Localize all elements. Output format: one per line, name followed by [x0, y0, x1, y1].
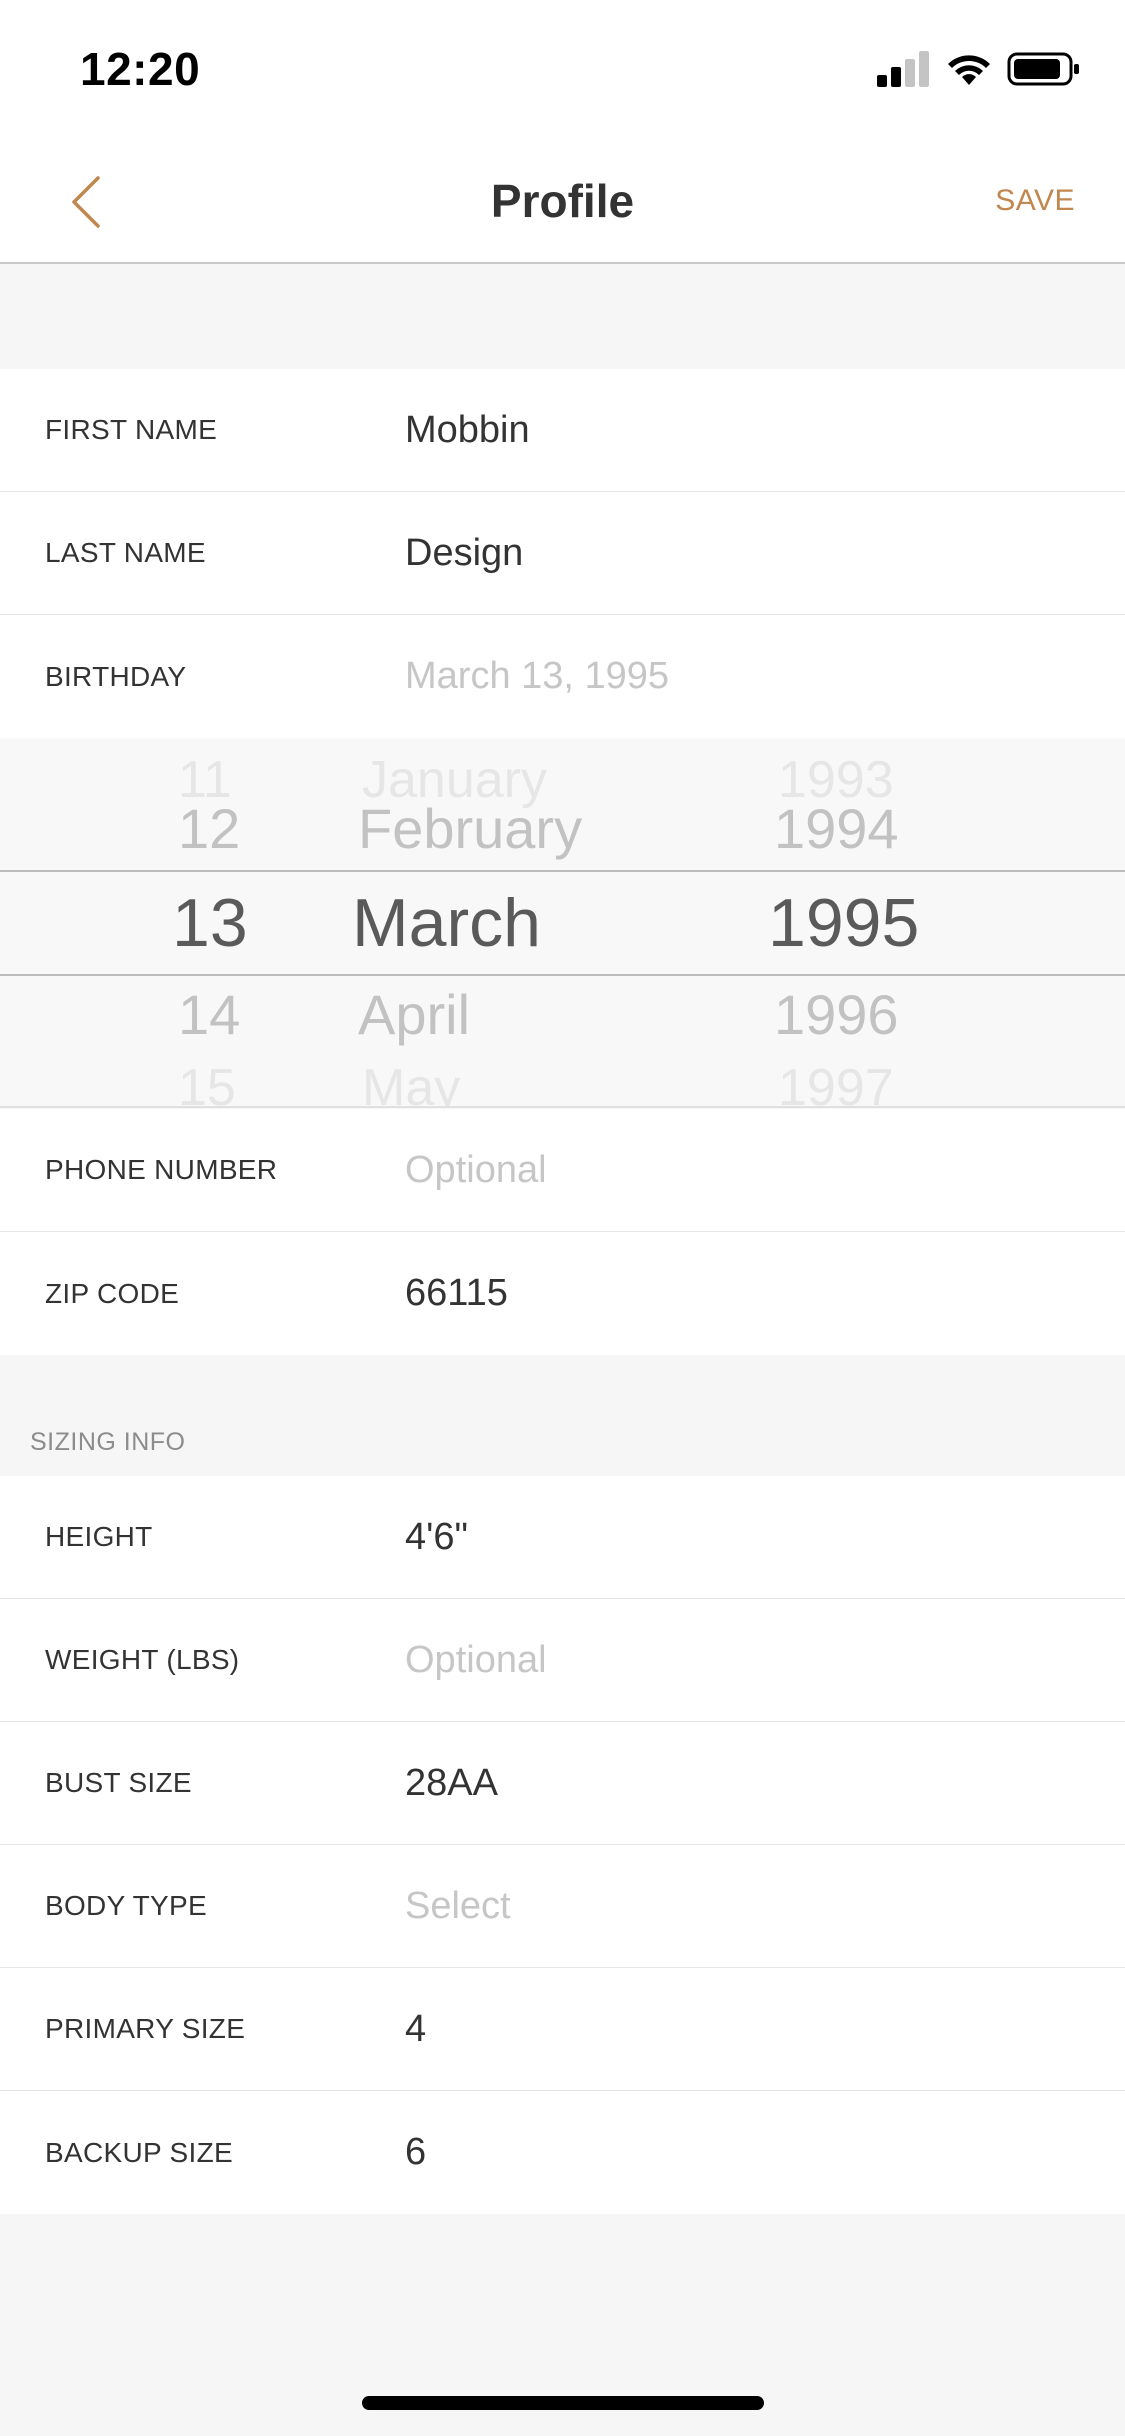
- birthday-field[interactable]: March 13, 1995: [405, 655, 669, 698]
- primary-size-field[interactable]: 4: [405, 2008, 426, 2051]
- month-option[interactable]: February: [358, 796, 582, 861]
- year-option[interactable]: 1994: [774, 796, 899, 861]
- year-option[interactable]: 1997: [778, 1058, 894, 1106]
- phone-number-label: PHONE NUMBER: [45, 1154, 278, 1185]
- first-name-label: FIRST NAME: [45, 414, 218, 445]
- month-option-selected[interactable]: March: [352, 884, 541, 962]
- backup-size-label: BACKUP SIZE: [45, 2136, 233, 2168]
- body-type-select[interactable]: Select: [405, 1885, 511, 1928]
- height-field[interactable]: 4'6": [405, 1516, 468, 1559]
- zip-code-label: ZIP CODE: [45, 1277, 180, 1309]
- phone-number-field[interactable]: Optional: [405, 1149, 547, 1192]
- first-name-row[interactable]: FIRST NAME Mobbin: [0, 369, 1125, 492]
- weight-field[interactable]: Optional: [405, 1639, 547, 1682]
- navigation-bar: Profile SAVE: [0, 132, 1125, 264]
- profile-section: FIRST NAME Mobbin LAST NAME Design BIRTH…: [0, 369, 1125, 738]
- battery-icon: [1007, 52, 1079, 86]
- day-option[interactable]: 14: [178, 982, 240, 1047]
- bust-size-row[interactable]: BUST SIZE 28AA: [0, 1722, 1125, 1845]
- last-name-label: LAST NAME: [45, 537, 206, 568]
- day-option[interactable]: 15: [178, 1058, 236, 1106]
- year-option-selected[interactable]: 1995: [768, 884, 919, 962]
- home-indicator[interactable]: [362, 2396, 764, 2410]
- bust-size-field[interactable]: 28AA: [405, 1762, 498, 1805]
- zip-code-row[interactable]: ZIP CODE 66115: [0, 1232, 1125, 1355]
- sizing-section: HEIGHT 4'6" WEIGHT (LBS) Optional BUST S…: [0, 1476, 1125, 2214]
- backup-size-field[interactable]: 6: [405, 2131, 426, 2174]
- body-type-row[interactable]: BODY TYPE Select: [0, 1845, 1125, 1968]
- weight-label: WEIGHT (LBS): [45, 1644, 240, 1675]
- contact-section: PHONE NUMBER Optional ZIP CODE 66115: [0, 1109, 1125, 1355]
- year-option[interactable]: 1996: [774, 982, 899, 1047]
- zip-code-field[interactable]: 66115: [405, 1272, 508, 1315]
- month-option[interactable]: April: [358, 982, 470, 1047]
- primary-size-label: PRIMARY SIZE: [45, 2013, 246, 2044]
- signal-icon: [877, 51, 929, 87]
- birthday-label: BIRTHDAY: [45, 660, 187, 692]
- weight-row[interactable]: WEIGHT (LBS) Optional: [0, 1599, 1125, 1722]
- height-label: HEIGHT: [45, 1521, 153, 1552]
- year-wheel[interactable]: 1993 1994 1995 1996 1997: [740, 738, 1000, 1106]
- month-option[interactable]: May: [362, 1058, 460, 1106]
- primary-size-row[interactable]: PRIMARY SIZE 4: [0, 1968, 1125, 2091]
- last-name-field[interactable]: Design: [405, 532, 523, 575]
- body-type-label: BODY TYPE: [45, 1890, 207, 1921]
- height-row[interactable]: HEIGHT 4'6": [0, 1476, 1125, 1599]
- last-name-row[interactable]: LAST NAME Design: [0, 492, 1125, 615]
- day-option-selected[interactable]: 13: [172, 884, 248, 962]
- birthday-row[interactable]: BIRTHDAY March 13, 1995: [0, 615, 1125, 738]
- wifi-icon: [948, 55, 990, 85]
- birthday-date-picker[interactable]: 11 12 13 14 15 January February March Ap…: [0, 738, 1125, 1108]
- first-name-field[interactable]: Mobbin: [405, 409, 530, 452]
- day-wheel[interactable]: 11 12 13 14 15: [0, 738, 360, 1106]
- save-button[interactable]: SAVE: [995, 184, 1075, 218]
- status-bar: 12:20: [0, 0, 1125, 132]
- day-option[interactable]: 12: [178, 796, 240, 861]
- status-time: 12:20: [80, 43, 201, 95]
- status-icons: [877, 50, 1081, 88]
- phone-number-row[interactable]: PHONE NUMBER Optional: [0, 1109, 1125, 1232]
- sizing-info-header: SIZING INFO: [30, 1428, 186, 1456]
- month-wheel[interactable]: January February March April May: [340, 738, 720, 1106]
- page-title: Profile: [490, 175, 635, 227]
- backup-size-row[interactable]: BACKUP SIZE 6: [0, 2091, 1125, 2214]
- bust-size-label: BUST SIZE: [45, 1767, 192, 1798]
